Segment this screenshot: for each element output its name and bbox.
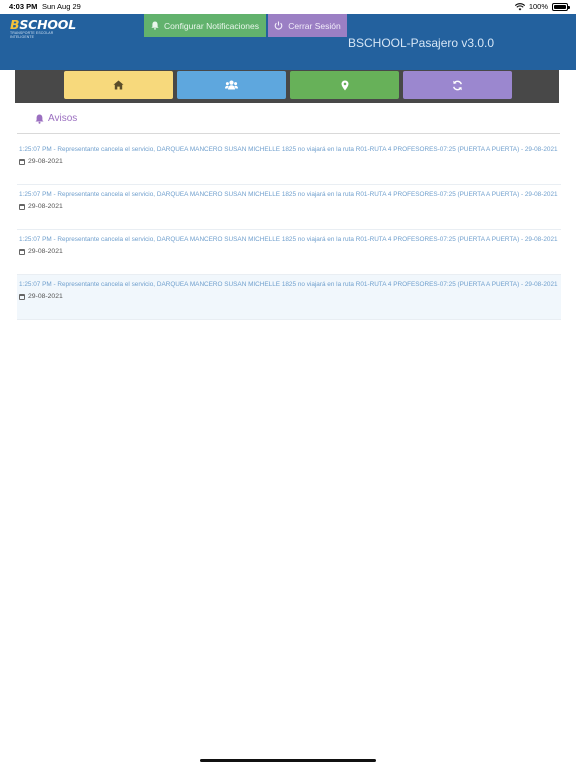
users-icon	[225, 80, 238, 90]
calendar-icon	[19, 203, 25, 210]
section-title-avisos: Avisos	[35, 113, 77, 124]
notification-date-row: 29-08-2021	[19, 248, 559, 255]
nav-home-button[interactable]	[64, 71, 173, 99]
status-bar: 4:03 PM Sun Aug 29 100%	[0, 0, 576, 14]
home-indicator[interactable]	[200, 759, 376, 762]
notification-message: 1:25:07 PM - Representante cancela el se…	[19, 146, 558, 153]
notification-date: 29-08-2021	[28, 203, 63, 210]
main-nav-bar	[15, 70, 559, 103]
nav-passengers-button[interactable]	[177, 71, 286, 99]
app-version-title: BSCHOOL-Pasajero v3.0.0	[348, 36, 495, 50]
notification-message: 1:25:07 PM - Representante cancela el se…	[19, 281, 558, 288]
bell-icon	[151, 21, 159, 30]
battery-percent: 100%	[528, 2, 548, 11]
notification-date-row: 29-08-2021	[19, 158, 559, 165]
battery-icon	[552, 2, 570, 11]
notification-message: 1:25:07 PM - Representante cancela el se…	[19, 236, 558, 243]
bell-icon	[35, 114, 44, 124]
logo-tagline: TRANSPORTE ESCOLAR INTELIGENTE	[10, 31, 54, 39]
app-header: BSCHOOL TRANSPORTE ESCOLAR INTELIGENTE C…	[0, 14, 576, 70]
configure-notifications-label: Configurar Notificaciones	[164, 20, 259, 31]
status-time: 4:03 PM	[9, 2, 38, 11]
calendar-icon	[19, 293, 25, 300]
wifi-icon	[514, 2, 525, 10]
logout-label: Cerrar Sesión	[288, 20, 341, 31]
configure-notifications-button[interactable]: Configurar Notificaciones	[144, 14, 266, 37]
notification-date: 29-08-2021	[28, 248, 63, 255]
status-right: 100%	[514, 2, 570, 11]
notification-item[interactable]: 1:25:07 PM - Representante cancela el se…	[17, 275, 561, 320]
notification-item[interactable]: 1:25:07 PM - Representante cancela el se…	[17, 230, 561, 275]
calendar-icon	[19, 158, 25, 165]
nav-location-button[interactable]	[290, 71, 399, 99]
notification-date-row: 29-08-2021	[19, 203, 559, 210]
notification-message: 1:25:07 PM - Representante cancela el se…	[19, 191, 558, 198]
section-divider	[17, 133, 560, 134]
refresh-icon	[453, 80, 462, 90]
power-icon	[274, 21, 283, 30]
status-date: Sun Aug 29	[42, 2, 81, 11]
map-marker-icon	[341, 80, 348, 90]
app-logo: BSCHOOL TRANSPORTE ESCOLAR INTELIGENTE	[10, 17, 76, 39]
notification-date-row: 29-08-2021	[19, 293, 559, 300]
nav-refresh-button[interactable]	[403, 71, 512, 99]
calendar-icon	[19, 248, 25, 255]
notification-list: 1:25:07 PM - Representante cancela el se…	[17, 140, 561, 320]
notification-date: 29-08-2021	[28, 158, 63, 165]
notification-item[interactable]: 1:25:07 PM - Representante cancela el se…	[17, 185, 561, 230]
logout-button[interactable]: Cerrar Sesión	[268, 14, 347, 37]
notification-item[interactable]: 1:25:07 PM - Representante cancela el se…	[17, 140, 561, 185]
home-icon	[113, 80, 124, 90]
notification-date: 29-08-2021	[28, 293, 63, 300]
section-title-label: Avisos	[48, 113, 78, 124]
